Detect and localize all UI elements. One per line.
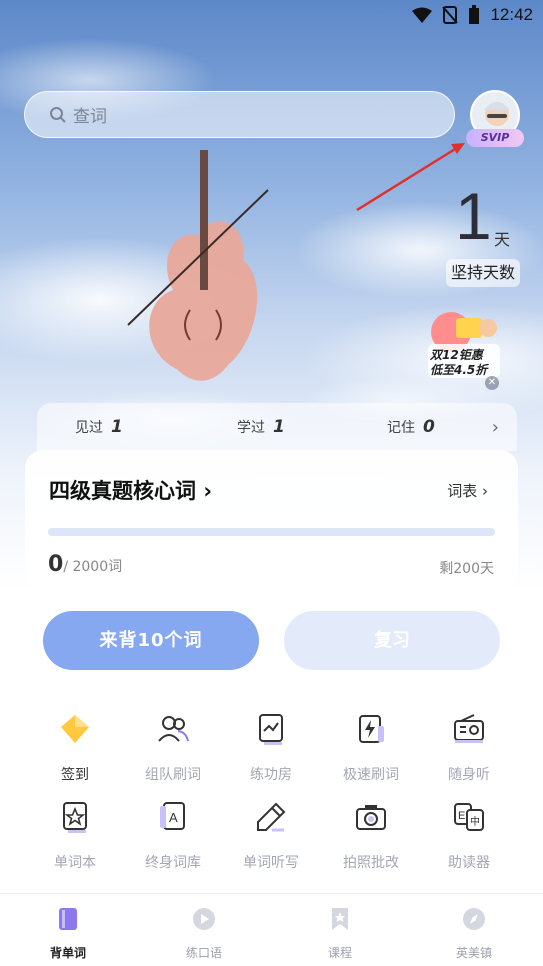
nav-label: 练口语 [185, 946, 222, 960]
tool-speed-words[interactable]: 极速刷词 [321, 712, 421, 784]
stat-value: 1 [273, 417, 285, 437]
diamond-icon [61, 715, 89, 743]
pencil-icon [257, 802, 286, 832]
chart-card-icon [259, 714, 283, 745]
learned-count: 0 [48, 552, 64, 577]
chevron-right-icon: › [482, 482, 488, 500]
tool-listen[interactable]: 随身听 [419, 712, 519, 784]
tool-dictation[interactable]: 单词听写 [221, 800, 321, 872]
close-icon[interactable]: ✕ [485, 376, 499, 390]
svg-text:中: 中 [470, 815, 480, 828]
team-icon [158, 716, 189, 742]
tool-label: 拍照批改 [343, 855, 399, 871]
total-count: / 2000词 [63, 559, 123, 575]
tool-photo-correct[interactable]: 拍照批改 [321, 800, 421, 872]
tool-label: 终身词库 [145, 855, 201, 871]
streak-label: 坚持天数 [446, 259, 520, 287]
stat-label: 记住 [387, 420, 415, 436]
nav-item-speaking[interactable]: 练口语 [164, 906, 244, 961]
book-card[interactable]: 四级真题核心词 › 词表 › 0/ 2000词 剩200天 [25, 450, 518, 590]
translate-icon: E中 [454, 803, 484, 831]
book-icon [59, 908, 77, 930]
chevron-right-icon: › [491, 416, 499, 438]
wordlist-label: 词表 [447, 482, 478, 500]
tool-label: 练功房 [250, 767, 292, 783]
promo-line1: 双12钜惠 [430, 348, 483, 362]
bottom-nav: 背单词 练口语 课程 英美镇 [0, 893, 543, 966]
nav-label: 英美镇 [455, 946, 492, 960]
bookmark-icon [332, 908, 348, 930]
wordlist-link[interactable]: 词表 › [447, 480, 488, 501]
streak-unit: 天 [494, 230, 511, 249]
progress-bar [48, 528, 495, 536]
nav-label: 课程 [327, 946, 352, 960]
svg-text:A: A [169, 810, 178, 825]
tool-lifetime-library[interactable]: A 终身词库 [123, 800, 223, 872]
lightning-card-icon [359, 715, 384, 743]
status-bar: 12:42 [0, 0, 543, 30]
camera-icon [356, 805, 386, 830]
tool-label: 签到 [61, 767, 89, 783]
search-input[interactable]: 查词 [24, 91, 455, 138]
stat-learned: 学过 1 [237, 417, 285, 437]
stat-seen: 见过 1 [75, 417, 123, 437]
nav-item-town[interactable]: 英美镇 [434, 906, 514, 961]
tool-wordbook[interactable]: 单词本 [25, 800, 125, 872]
play-icon [193, 908, 215, 930]
star-card-icon [63, 802, 87, 833]
stat-value: 0 [423, 417, 435, 437]
tool-reader[interactable]: E中 助读器 [419, 800, 519, 872]
tool-label: 助读器 [448, 855, 490, 871]
status-time: 12:42 [490, 5, 533, 24]
word-count: 0/ 2000词 [48, 552, 122, 577]
tool-label: 极速刷词 [343, 767, 399, 783]
tool-label: 组队刷词 [145, 767, 201, 783]
learn-words-button[interactable]: 来背10个词 [43, 611, 259, 670]
tool-practice-room[interactable]: 练功房 [221, 712, 321, 784]
stat-label: 见过 [75, 420, 103, 436]
chevron-right-icon: › [203, 479, 212, 503]
streak-days: 1 [455, 179, 492, 253]
search-placeholder: 查词 [73, 107, 107, 127]
nav-item-courses[interactable]: 课程 [300, 906, 380, 961]
tool-label: 单词本 [54, 855, 96, 871]
remaining-days: 剩200天 [439, 561, 494, 577]
stat-value: 1 [111, 417, 123, 437]
review-button[interactable]: 复习 [284, 611, 500, 670]
stat-remembered: 记住 0 [387, 417, 435, 437]
search-icon [50, 106, 66, 123]
nav-label: 背单词 [49, 946, 86, 960]
tool-label: 单词听写 [243, 855, 299, 871]
tool-team[interactable]: 组队刷词 [123, 712, 223, 784]
letter-card-icon: A [160, 802, 185, 830]
book-title[interactable]: 四级真题核心词 › [49, 475, 212, 505]
tool-label: 随身听 [448, 767, 490, 783]
wifi-icon [412, 7, 433, 23]
svg-text:E: E [458, 810, 465, 822]
compass-icon [463, 908, 485, 930]
tool-checkin[interactable]: 签到 [25, 712, 125, 784]
no-sim-icon [442, 6, 459, 24]
stat-label: 学过 [237, 420, 265, 436]
promo-banner[interactable]: 双12钜惠 低至4.5折 [430, 348, 500, 378]
battery-icon [469, 5, 480, 24]
stats-row[interactable]: 见过 1 学过 1 记住 0 › [37, 403, 517, 451]
radio-icon [454, 714, 484, 743]
nav-item-words[interactable]: 背单词 [28, 906, 108, 961]
book-title-text: 四级真题核心词 [49, 479, 196, 503]
